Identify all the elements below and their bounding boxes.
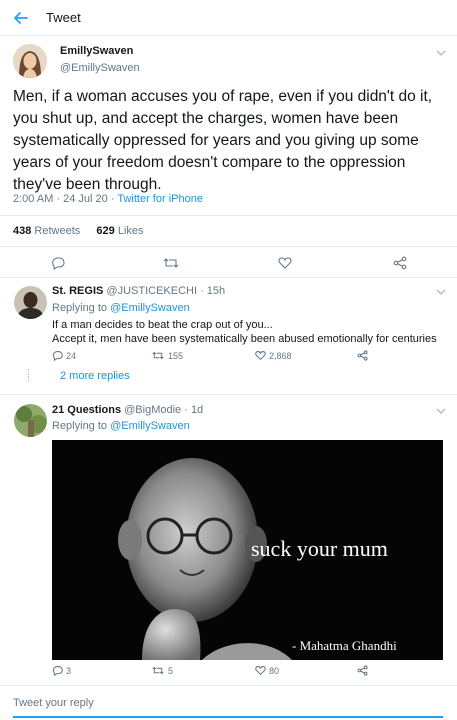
reply-avatar[interactable] (14, 404, 47, 437)
reply-compose-input[interactable]: Tweet your reply (13, 697, 94, 709)
like-icon (255, 351, 266, 361)
replying-to-link[interactable]: @EmillySwaven (110, 420, 190, 432)
reply-header: St. REGIS @JUSTICEKECHI · 15h (52, 284, 225, 299)
reply-text-line: If a man decides to beat the crap out of… (52, 319, 273, 331)
chevron-down-icon[interactable] (436, 407, 446, 415)
chevron-down-icon[interactable] (436, 49, 446, 57)
reply-author-name[interactable]: St. REGIS (52, 285, 103, 297)
reply-author-name[interactable]: 21 Questions (52, 404, 121, 416)
like-button[interactable]: 80 (255, 665, 279, 679)
share-button[interactable] (357, 350, 368, 364)
tweet-meta: 2:00 AM · 24 Jul 20 · Twitter for iPhone (13, 193, 203, 205)
reply-header: 21 Questions @BigModie · 1d (52, 403, 203, 418)
reply-actions: 24 155 2,868 (52, 350, 442, 364)
retweet-button[interactable]: 155 (152, 350, 183, 364)
reply-actions: 3 5 80 (52, 665, 442, 679)
replying-to: Replying to @EmillySwaven (52, 302, 190, 314)
image-attribution: - Mahatma Ghandhi (292, 638, 397, 653)
reply-avatar[interactable] (14, 286, 47, 319)
compose-underline (13, 716, 443, 718)
likes-stat[interactable]: 629 Likes (96, 225, 143, 237)
retweet-icon[interactable] (163, 256, 179, 270)
author-avatar[interactable] (13, 44, 47, 78)
tweet-timestamp: 2:00 AM · 24 Jul 20 · (13, 193, 118, 205)
reply-button[interactable]: 3 (52, 665, 71, 679)
thread-connector (28, 369, 30, 381)
retweet-icon (152, 666, 164, 675)
reply-count: 24 (66, 351, 77, 361)
tweet-text: Men, if a woman accuses you of rape, eve… (13, 88, 433, 193)
share-icon[interactable] (393, 256, 407, 270)
divider (0, 394, 457, 395)
reply-button[interactable]: 24 (52, 350, 76, 364)
more-replies-link[interactable]: 2 more replies (60, 370, 130, 382)
like-icon[interactable] (278, 256, 292, 270)
author-name[interactable]: EmillySwaven (60, 45, 133, 57)
divider (0, 277, 457, 278)
top-bar: Tweet (0, 0, 457, 36)
share-button[interactable] (357, 665, 368, 679)
like-icon (255, 666, 266, 676)
reply-text-line: Accept it, men have been systematically … (52, 333, 437, 345)
image-caption: suck your mum (251, 536, 388, 561)
retweet-button[interactable]: 5 (152, 665, 173, 679)
reply-icon (52, 666, 63, 677)
tweet-stats: 438 Retweets 629 Likes (13, 225, 144, 237)
page-title: Tweet (46, 10, 81, 25)
divider (0, 246, 457, 247)
divider (0, 685, 457, 686)
retweet-count: 5 (168, 666, 174, 676)
retweet-icon (152, 351, 164, 360)
reply-author-handle[interactable]: @JUSTICEKECHI · 15h (106, 285, 225, 297)
chevron-down-icon[interactable] (436, 288, 446, 296)
reply-count: 3 (66, 666, 72, 676)
share-icon (357, 665, 368, 676)
share-icon (357, 350, 368, 361)
retweets-stat[interactable]: 438 Retweets (13, 225, 80, 237)
author-handle[interactable]: @EmillySwaven (60, 62, 140, 74)
like-count: 2,868 (269, 351, 292, 361)
reply-image[interactable]: suck your mum - Mahatma Ghandhi (52, 440, 443, 660)
replying-to: Replying to @EmillySwaven (52, 420, 190, 432)
reply-icon (52, 351, 63, 362)
like-button[interactable]: 2,868 (255, 350, 292, 364)
retweet-count: 155 (168, 351, 184, 361)
tweet-actions (0, 254, 457, 274)
reply-author-handle[interactable]: @BigModie · 1d (124, 404, 203, 416)
back-arrow-icon[interactable] (12, 9, 30, 27)
like-count: 80 (269, 666, 280, 676)
tweet-source-link[interactable]: Twitter for iPhone (117, 193, 203, 205)
replying-to-link[interactable]: @EmillySwaven (110, 302, 190, 314)
reply-icon[interactable] (51, 256, 65, 270)
divider (0, 215, 457, 216)
